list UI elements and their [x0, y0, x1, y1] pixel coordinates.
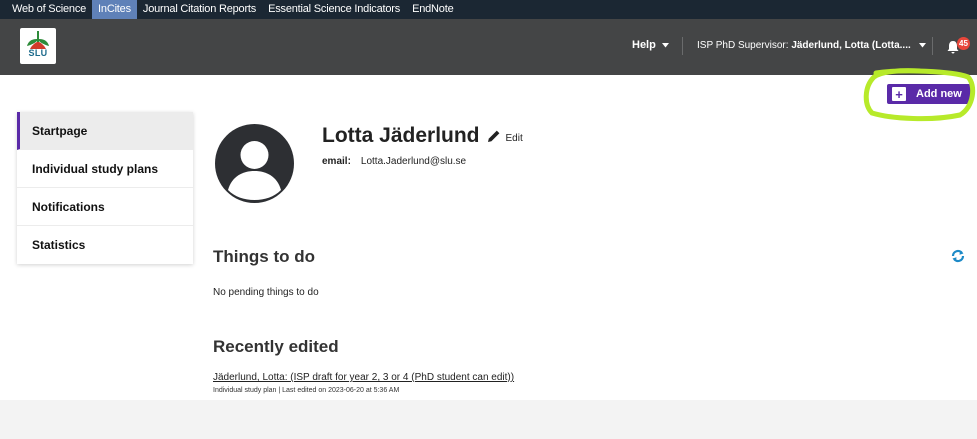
sidebar-item-startpage[interactable]: Startpage	[17, 112, 193, 150]
things-to-do-heading: Things to do	[213, 247, 315, 266]
logo-text: SLU	[28, 48, 48, 58]
user-menu[interactable]: ISP PhD Supervisor: Jäderlund, Lotta (Lo…	[697, 40, 926, 51]
notifications-bell[interactable]: 45	[947, 37, 975, 57]
edit-profile-link[interactable]: Edit	[506, 133, 523, 144]
recent-item-meta: Individual study plan | Last edited on 2…	[213, 387, 400, 394]
page-footer	[0, 400, 977, 439]
notification-badge: 45	[957, 37, 970, 50]
sidebar-item-notifications[interactable]: Notifications	[17, 188, 193, 226]
email-value: Lotta.Jaderlund@slu.se	[360, 156, 467, 167]
topbar-link-jcr[interactable]: Journal Citation Reports	[137, 0, 262, 19]
topbar-link-incites[interactable]: InCites	[92, 0, 137, 19]
user-name: Jäderlund, Lotta (Lotta....	[791, 40, 911, 51]
add-new-button[interactable]: + Add new	[887, 84, 971, 104]
sidebar-nav: Startpage Individual study plans Notific…	[17, 112, 193, 264]
profile-name-row: Lotta Jäderlund Edit	[322, 124, 523, 148]
topbar-link-web-of-science[interactable]: Web of Science	[6, 0, 92, 19]
no-pending-text: No pending things to do	[213, 287, 319, 298]
caret-down-icon	[661, 42, 669, 47]
header-divider	[682, 37, 683, 55]
plus-icon: +	[892, 87, 906, 101]
refresh-icon[interactable]	[950, 248, 966, 264]
sidebar-item-statistics[interactable]: Statistics	[17, 226, 193, 264]
slu-logo[interactable]: SLU	[20, 28, 56, 64]
help-label: Help	[632, 39, 656, 51]
topbar-link-esi[interactable]: Essential Science Indicators	[262, 0, 406, 19]
avatar-icon	[215, 124, 294, 203]
profile-email: email: Lotta.Jaderlund@slu.se	[322, 156, 466, 167]
sidebar-item-individual-study-plans[interactable]: Individual study plans	[17, 150, 193, 188]
email-label: email:	[322, 156, 351, 167]
header-divider	[932, 37, 933, 55]
topbar-link-endnote[interactable]: EndNote	[406, 0, 459, 19]
recent-item-link[interactable]: Jäderlund, Lotta: (ISP draft for year 2,…	[213, 372, 514, 383]
app-header: SLU Help ISP PhD Supervisor: Jäderlund, …	[0, 19, 977, 75]
user-role: ISP PhD Supervisor:	[697, 40, 789, 51]
add-new-label: Add new	[916, 88, 962, 100]
edit-pencil-icon[interactable]	[487, 129, 501, 143]
leaf-icon	[27, 31, 49, 49]
profile-name: Lotta Jäderlund	[322, 124, 480, 147]
caret-down-icon	[918, 43, 926, 48]
help-menu[interactable]: Help	[632, 39, 669, 51]
product-bar: Web of Science InCites Journal Citation …	[0, 0, 977, 19]
recently-edited-heading: Recently edited	[213, 337, 339, 356]
